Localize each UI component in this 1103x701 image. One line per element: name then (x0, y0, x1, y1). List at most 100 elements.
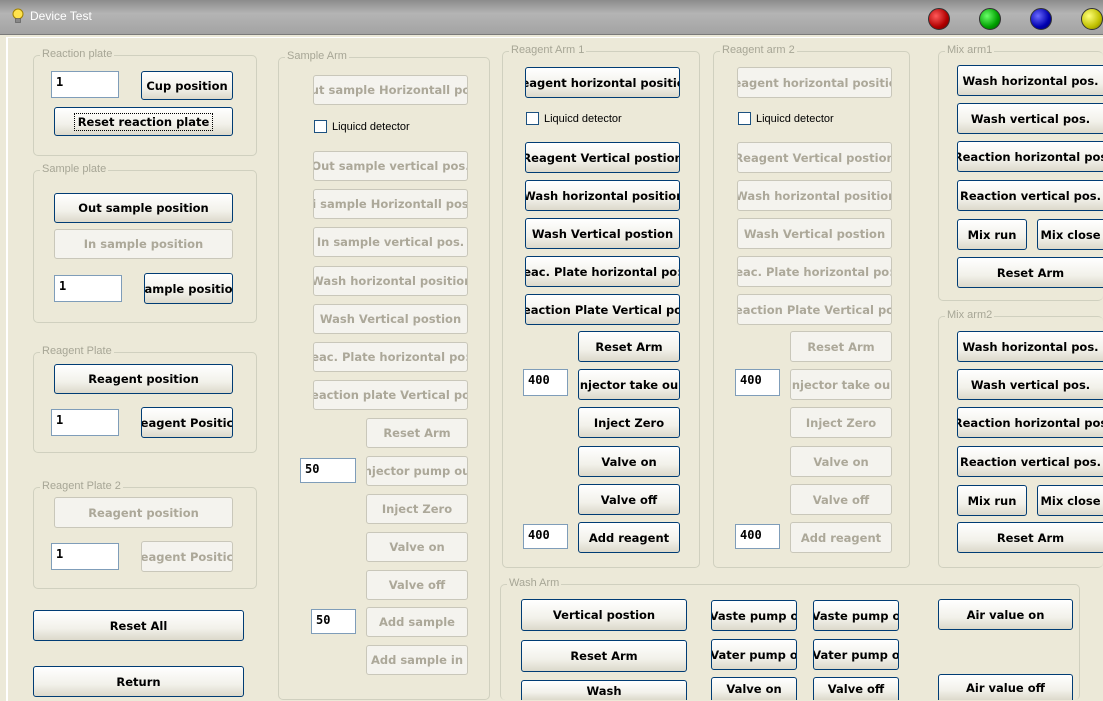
reagent-arm2-reac-horizontal-button[interactable]: eac. Plate horizontal po: (737, 256, 892, 287)
reagent-arm2-add-input[interactable]: 400 (735, 524, 780, 549)
sample-plate-input[interactable]: 1 (54, 275, 122, 302)
reagent-arm2-inject-zero-button[interactable]: Inject Zero (790, 407, 892, 438)
reagent-plate2-pos-button[interactable]: eagent Positic (141, 541, 233, 572)
wash-arm-legend: Wash Arm (507, 577, 562, 589)
reagent-arm1-add-reagent-button[interactable]: Add reagent (578, 522, 680, 553)
sample-position-button[interactable]: ample positio (144, 273, 233, 304)
reagent-arm2-horizontal-button[interactable]: eagent horizontal positic (737, 67, 892, 98)
sample-arm-in-horizontal-button[interactable]: i sample Horizontall pos (313, 189, 468, 219)
sample-arm-in-vertical-button[interactable]: In sample vertical pos. (313, 227, 468, 257)
reagent-plate2-input[interactable]: 1 (51, 543, 119, 570)
sample-arm-reac-horizontal-label: eac. Plate horizontal po: (313, 350, 468, 364)
reagent-arm1-inject-zero-button[interactable]: Inject Zero (578, 407, 680, 438)
return-button[interactable]: Return (33, 666, 244, 697)
checkbox-box[interactable] (526, 112, 539, 125)
air-value-off-button[interactable]: Air value off (938, 674, 1073, 700)
wash-arm-vertical-position-button[interactable]: Vertical postion (521, 599, 687, 631)
reagent-arm1-add-reagent-label: Add reagent (588, 530, 670, 545)
mix-arm1-reaction-horizontal-button[interactable]: Reaction horizontal pos (957, 141, 1103, 172)
reagent-arm1-horizontal-button[interactable]: eagent horizontal positic (525, 67, 680, 98)
waste-pump-2-button[interactable]: Vaste pump o (813, 600, 899, 631)
reagent-arm2-add-reagent-button[interactable]: Add reagent (790, 522, 892, 553)
reagent-arm1-wash-vertical-button[interactable]: Wash Vertical postion (525, 218, 680, 249)
sample-arm-inject-zero-label: Inject Zero (381, 502, 453, 516)
mix-arm1-wash-horizontal-label: Wash horizontal pos. (962, 73, 1099, 88)
sample-arm-reac-horizontal-button[interactable]: eac. Plate horizontal po: (313, 342, 468, 372)
sample-arm-reac-vertical-button[interactable]: eaction plate Vertical po (313, 380, 468, 410)
sample-arm-add-input[interactable]: 50 (311, 609, 356, 634)
cup-position-button[interactable]: Cup position (141, 71, 233, 100)
reagent-arm2-reac-vertical-button[interactable]: eaction Plate Vertical po (737, 294, 892, 325)
checkbox-box[interactable] (738, 112, 751, 125)
mix-arm2-reset-arm-button[interactable]: Reset Arm (957, 522, 1103, 553)
reagent-arm1-wash-horizontal-button[interactable]: Wash horizontal positior (525, 180, 680, 211)
return-label: Return (116, 674, 161, 689)
reset-reaction-plate-button[interactable]: Reset reaction plate (54, 107, 233, 136)
checkbox-box[interactable] (314, 120, 327, 133)
reset-all-button[interactable]: Reset All (33, 610, 244, 641)
sample-arm-reset-button[interactable]: Reset Arm (366, 418, 468, 448)
mix-arm1-reset-arm-button[interactable]: Reset Arm (957, 257, 1103, 288)
in-sample-position-button[interactable]: In sample position (54, 229, 233, 259)
sample-arm-injector-input[interactable]: 50 (300, 458, 356, 483)
reagent-arm1-valve-off-button[interactable]: Valve off (578, 484, 680, 515)
sample-arm-injector-button[interactable]: njector pump ou (366, 456, 468, 486)
mix-arm1-wash-vertical-button[interactable]: Wash vertical pos. (957, 103, 1103, 134)
reagent-arm1-injector-label: njector take ou (579, 377, 679, 392)
reagent-arm1-reset-button[interactable]: Reset Arm (578, 331, 680, 362)
reagent-position-button[interactable]: Reagent position (54, 364, 233, 394)
reagent-arm1-add-input[interactable]: 400 (523, 524, 568, 549)
mix-arm2-wash-horizontal-label: Wash horizontal pos. (962, 339, 1099, 354)
reagent-arm2-wash-vertical-button[interactable]: Wash Vertical postion (737, 218, 892, 249)
mix-arm2-reaction-horizontal-button[interactable]: Reaction horizontal pos (957, 407, 1103, 438)
water-pump-2-button[interactable]: Vater pump o (813, 639, 899, 670)
reagent-position-label: Reagent position (88, 372, 199, 386)
air-value-on-button[interactable]: Air value on (938, 599, 1073, 630)
reagent-arm1-injector-input[interactable]: 400 (523, 369, 568, 396)
mix-arm2-wash-vertical-button[interactable]: Wash vertical pos. (957, 369, 1103, 400)
wash-button[interactable]: Wash (521, 680, 687, 700)
wash-valve-off-button[interactable]: Valve off (813, 677, 899, 700)
sample-arm-valve-on-button[interactable]: Valve on (366, 532, 468, 562)
add-sample-button[interactable]: Add sample (366, 607, 468, 637)
reagent-arm2-wash-horizontal-button[interactable]: Wash horizontal positior (737, 180, 892, 211)
reagent-arm2-valve-on-button[interactable]: Valve on (790, 446, 892, 477)
reagent-arm1-injector-button[interactable]: njector take ou (578, 369, 680, 400)
water-pump-1-button[interactable]: Vater pump o (711, 639, 797, 670)
sample-arm-out-horizontal-button[interactable]: ut sample Horizontall po (313, 75, 468, 105)
mix-arm2-reaction-vertical-button[interactable]: Reaction vertical pos. (957, 446, 1103, 477)
add-sample-in-button[interactable]: Add sample in (366, 645, 468, 675)
reagent-arm1-liquid-detector-checkbox[interactable]: Liquicd detector (526, 112, 622, 125)
reagent-arm2-valve-off-button[interactable]: Valve off (790, 484, 892, 515)
mix-arm1-reaction-vertical-button[interactable]: Reaction vertical pos. (957, 180, 1103, 211)
reagent-arm1-vertical-button[interactable]: Reagent Vertical postion (525, 142, 680, 173)
mix-arm2-mix-run-button[interactable]: Mix run (957, 485, 1027, 516)
reagent-arm2-injector-button[interactable]: njector take ou (790, 369, 892, 400)
reagent-arm2-liquid-detector-checkbox[interactable]: Liquicd detector (738, 112, 834, 125)
reagent-plate-position-button[interactable]: eagent Positic (141, 407, 233, 438)
reagent-plate2-position-button[interactable]: Reagent position (54, 497, 233, 528)
sample-arm-liquid-detector-checkbox[interactable]: Liquicd detector (314, 120, 410, 133)
reagent-arm2-injector-input[interactable]: 400 (735, 369, 780, 396)
reagent-arm2-vertical-button[interactable]: Reagent Vertical postion (737, 142, 892, 173)
sample-arm-inject-zero-button[interactable]: Inject Zero (366, 494, 468, 524)
out-sample-position-button[interactable]: Out sample position (54, 193, 233, 223)
sample-arm-valve-off-button[interactable]: Valve off (366, 570, 468, 600)
sample-arm-wash-horizontal-button[interactable]: Wash horizontal positior (313, 266, 468, 296)
reagent-arm1-reac-vertical-button[interactable]: eaction Plate Vertical po (525, 294, 680, 325)
mix-arm1-mix-run-button[interactable]: Mix run (957, 219, 1027, 250)
mix-arm2-wash-horizontal-button[interactable]: Wash horizontal pos. (957, 331, 1103, 362)
reagent-arm1-valve-on-button[interactable]: Valve on (578, 446, 680, 477)
sample-arm-out-vertical-button[interactable]: Out sample vertical pos. (313, 151, 468, 181)
mix-arm1-wash-horizontal-button[interactable]: Wash horizontal pos. (957, 65, 1103, 96)
mix-arm2-mix-close-button[interactable]: Mix close (1037, 485, 1103, 516)
reaction-plate-input[interactable]: 1 (51, 71, 119, 98)
wash-arm-reset-arm-button[interactable]: Reset Arm (521, 640, 687, 672)
sample-arm-wash-vertical-button[interactable]: Wash Vertical postion (313, 304, 468, 334)
wash-valve-on-button[interactable]: Valve on (711, 677, 797, 700)
reagent-arm2-reset-button[interactable]: Reset Arm (790, 331, 892, 362)
waste-pump-1-button[interactable]: Vaste pump o (711, 600, 797, 631)
reagent-arm1-reac-horizontal-button[interactable]: eac. Plate horizontal po: (525, 256, 680, 287)
mix-arm1-mix-close-button[interactable]: Mix close (1037, 219, 1103, 250)
reagent-plate-input[interactable]: 1 (51, 409, 119, 436)
